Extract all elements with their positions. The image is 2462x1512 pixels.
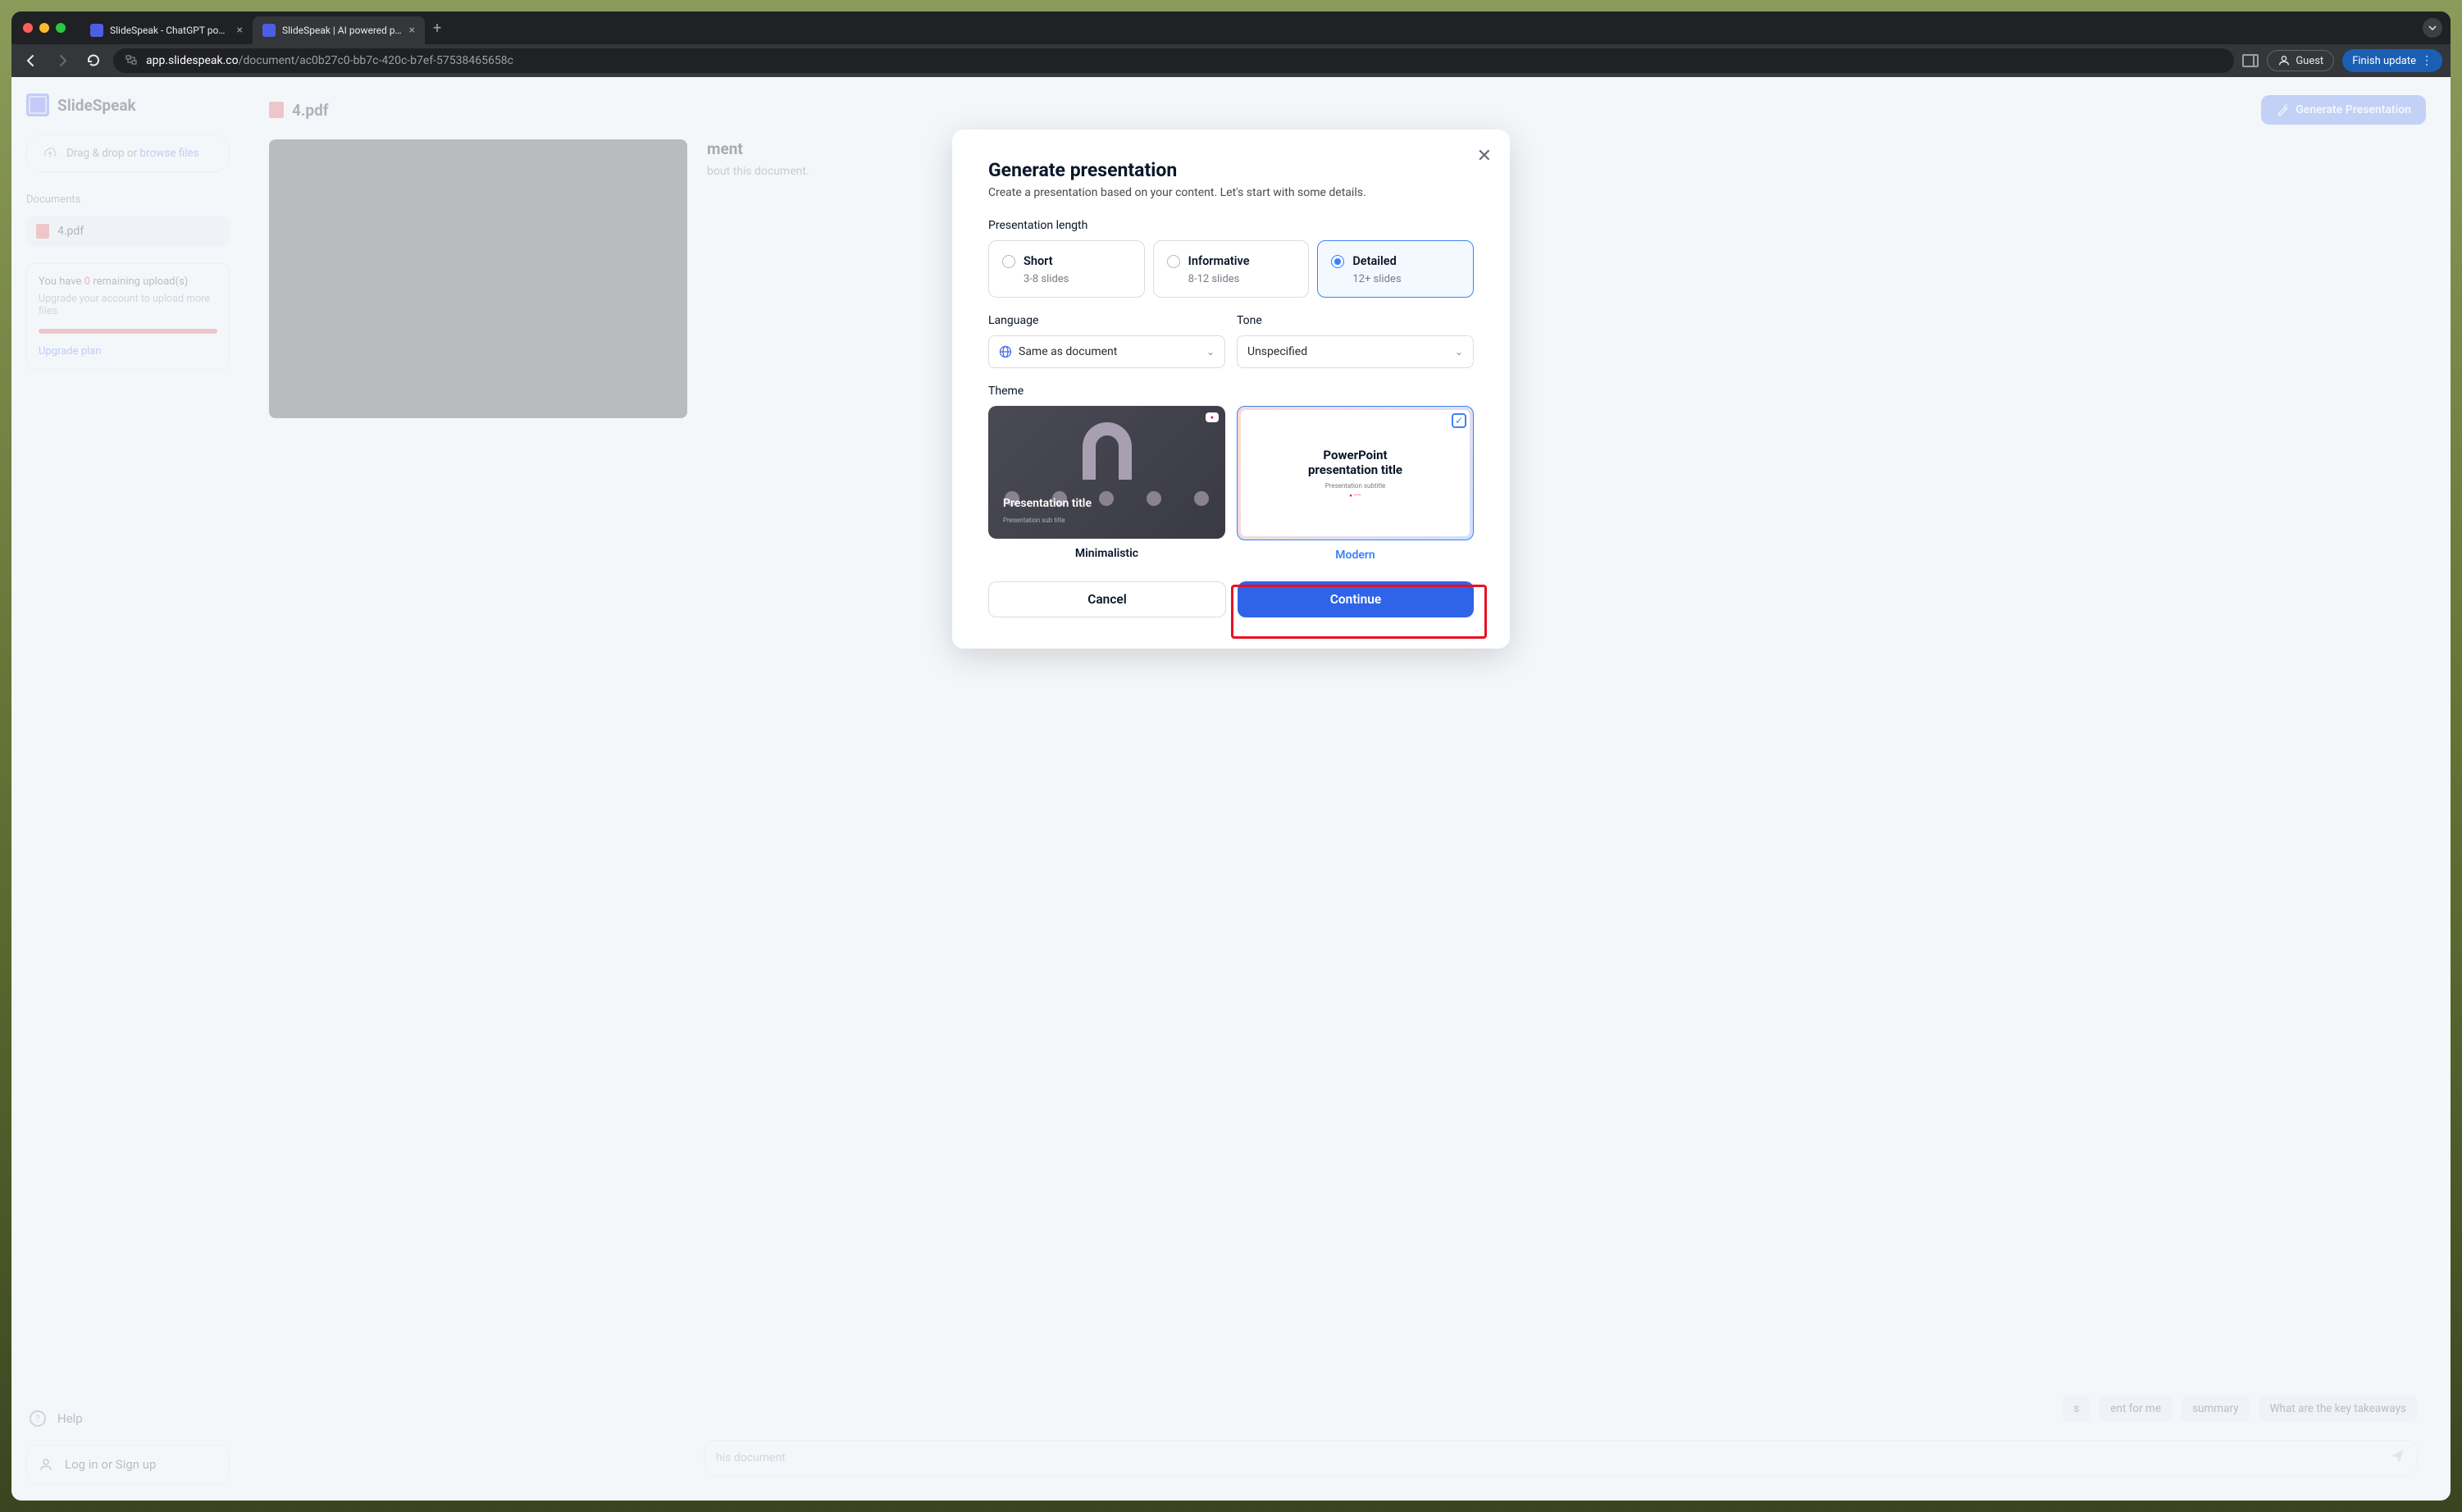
forward-button[interactable] <box>51 49 74 72</box>
tab-close-icon[interactable]: × <box>237 24 243 37</box>
favicon-icon <box>90 24 103 37</box>
browser-toolbar: app.slidespeak.co/document/ac0b27c0-bb7c… <box>11 44 2451 77</box>
length-option-detailed[interactable]: Detailed 12+ slides <box>1317 240 1474 298</box>
radio-icon <box>1002 255 1015 268</box>
theme-preview: PowerPointpresentation title Presentatio… <box>1241 410 1470 536</box>
profile-button[interactable]: Guest <box>2267 50 2334 71</box>
length-sub: 12+ slides <box>1352 273 1460 285</box>
site-settings-icon[interactable] <box>125 53 138 69</box>
tone-label: Tone <box>1237 314 1474 327</box>
theme-preview: ● Presentation title Presentation sub ti… <box>988 406 1225 539</box>
language-select[interactable]: Same as document ⌄ <box>988 335 1225 368</box>
url-text: app.slidespeak.co/document/ac0b27c0-bb7c… <box>146 54 513 67</box>
guest-label: Guest <box>2296 55 2323 67</box>
close-icon[interactable]: ✕ <box>1477 146 1492 166</box>
length-title: Detailed <box>1352 254 1396 268</box>
cancel-button[interactable]: Cancel <box>988 581 1226 617</box>
preview-subtitle: Presentation sub title <box>1003 517 1210 524</box>
tab-close-icon[interactable]: × <box>409 24 415 37</box>
reload-button[interactable] <box>82 49 105 72</box>
globe-icon <box>999 345 1012 358</box>
window-close[interactable] <box>23 23 33 33</box>
length-options: Short 3-8 slides Informative 8-12 slides… <box>988 240 1474 298</box>
chevron-down-icon: ⌄ <box>1455 346 1463 358</box>
continue-button[interactable]: Continue <box>1238 581 1474 617</box>
preview-title: PowerPointpresentation title <box>1308 448 1402 477</box>
theme-name: Minimalistic <box>988 547 1225 560</box>
language-value: Same as document <box>1019 345 1117 358</box>
tabs-container: SlideSpeak - ChatGPT powe… × SlideSpeak … <box>80 11 449 44</box>
modal-title: Generate presentation <box>988 159 1474 181</box>
length-option-short[interactable]: Short 3-8 slides <box>988 240 1145 298</box>
preview-title: Presentation title <box>1003 497 1210 510</box>
toolbar-right: Guest Finish update ⋮ <box>2242 49 2442 72</box>
length-title: Informative <box>1188 254 1250 268</box>
window-maximize[interactable] <box>56 23 66 33</box>
window-minimize[interactable] <box>39 23 49 33</box>
preview-subtitle: Presentation subtitle <box>1325 482 1386 490</box>
tone-select[interactable]: Unspecified ⌄ <box>1237 335 1474 368</box>
radio-icon <box>1167 255 1180 268</box>
preview-graphic <box>1083 422 1132 480</box>
length-label: Presentation length <box>988 219 1474 232</box>
length-title: Short <box>1024 254 1053 268</box>
theme-option-modern[interactable]: ✓ PowerPointpresentation title Presentat… <box>1237 406 1474 562</box>
length-option-informative[interactable]: Informative 8-12 slides <box>1153 240 1310 298</box>
browser-window: SlideSpeak - ChatGPT powe… × SlideSpeak … <box>11 11 2451 1501</box>
theme-option-minimalistic[interactable]: ● Presentation title Presentation sub ti… <box>988 406 1225 562</box>
kebab-icon: ⋮ <box>2421 54 2432 67</box>
guest-icon <box>2277 54 2291 67</box>
new-tab-button[interactable]: + <box>425 20 449 37</box>
check-icon: ✓ <box>1452 413 1466 428</box>
address-bar[interactable]: app.slidespeak.co/document/ac0b27c0-bb7c… <box>113 48 2234 73</box>
tab-overflow-menu[interactable] <box>2423 18 2442 38</box>
side-panel-icon[interactable] <box>2242 54 2259 67</box>
tab-title: SlideSpeak | AI powered pres… <box>282 25 403 36</box>
finish-update-label: Finish update <box>2352 55 2416 67</box>
chevron-down-icon: ⌄ <box>1206 346 1215 358</box>
tab-title: SlideSpeak - ChatGPT powe… <box>110 25 230 36</box>
favicon-icon <box>262 24 276 37</box>
modal-layer: ✕ Generate presentation Create a present… <box>11 77 2451 1501</box>
generate-presentation-modal: ✕ Generate presentation Create a present… <box>952 130 1510 649</box>
language-label: Language <box>988 314 1225 327</box>
theme-label: Theme <box>988 385 1474 398</box>
length-sub: 3-8 slides <box>1024 273 1131 285</box>
finish-update-button[interactable]: Finish update ⋮ <box>2342 49 2442 72</box>
length-sub: 8-12 slides <box>1188 273 1296 285</box>
theme-name: Modern <box>1237 549 1474 562</box>
theme-options: ● Presentation title Presentation sub ti… <box>988 406 1474 562</box>
modal-subtitle: Create a presentation based on your cont… <box>988 186 1474 199</box>
radio-icon <box>1331 255 1344 268</box>
theme-preview-selected: ✓ PowerPointpresentation title Presentat… <box>1237 406 1474 540</box>
theme-badge: ● <box>1206 412 1219 422</box>
browser-tab-1[interactable]: SlideSpeak - ChatGPT powe… × <box>80 16 253 44</box>
back-button[interactable] <box>20 49 43 72</box>
modal-actions: Cancel Continue <box>988 581 1474 617</box>
browser-tab-active[interactable]: SlideSpeak | AI powered pres… × <box>253 16 425 44</box>
window-controls <box>23 23 66 33</box>
preview-footer: ● —— <box>1349 493 1361 499</box>
tab-bar: SlideSpeak - ChatGPT powe… × SlideSpeak … <box>11 11 2451 44</box>
tone-value: Unspecified <box>1247 345 1307 358</box>
app-content: SlideSpeak Drag & drop or browse files D… <box>11 77 2451 1501</box>
